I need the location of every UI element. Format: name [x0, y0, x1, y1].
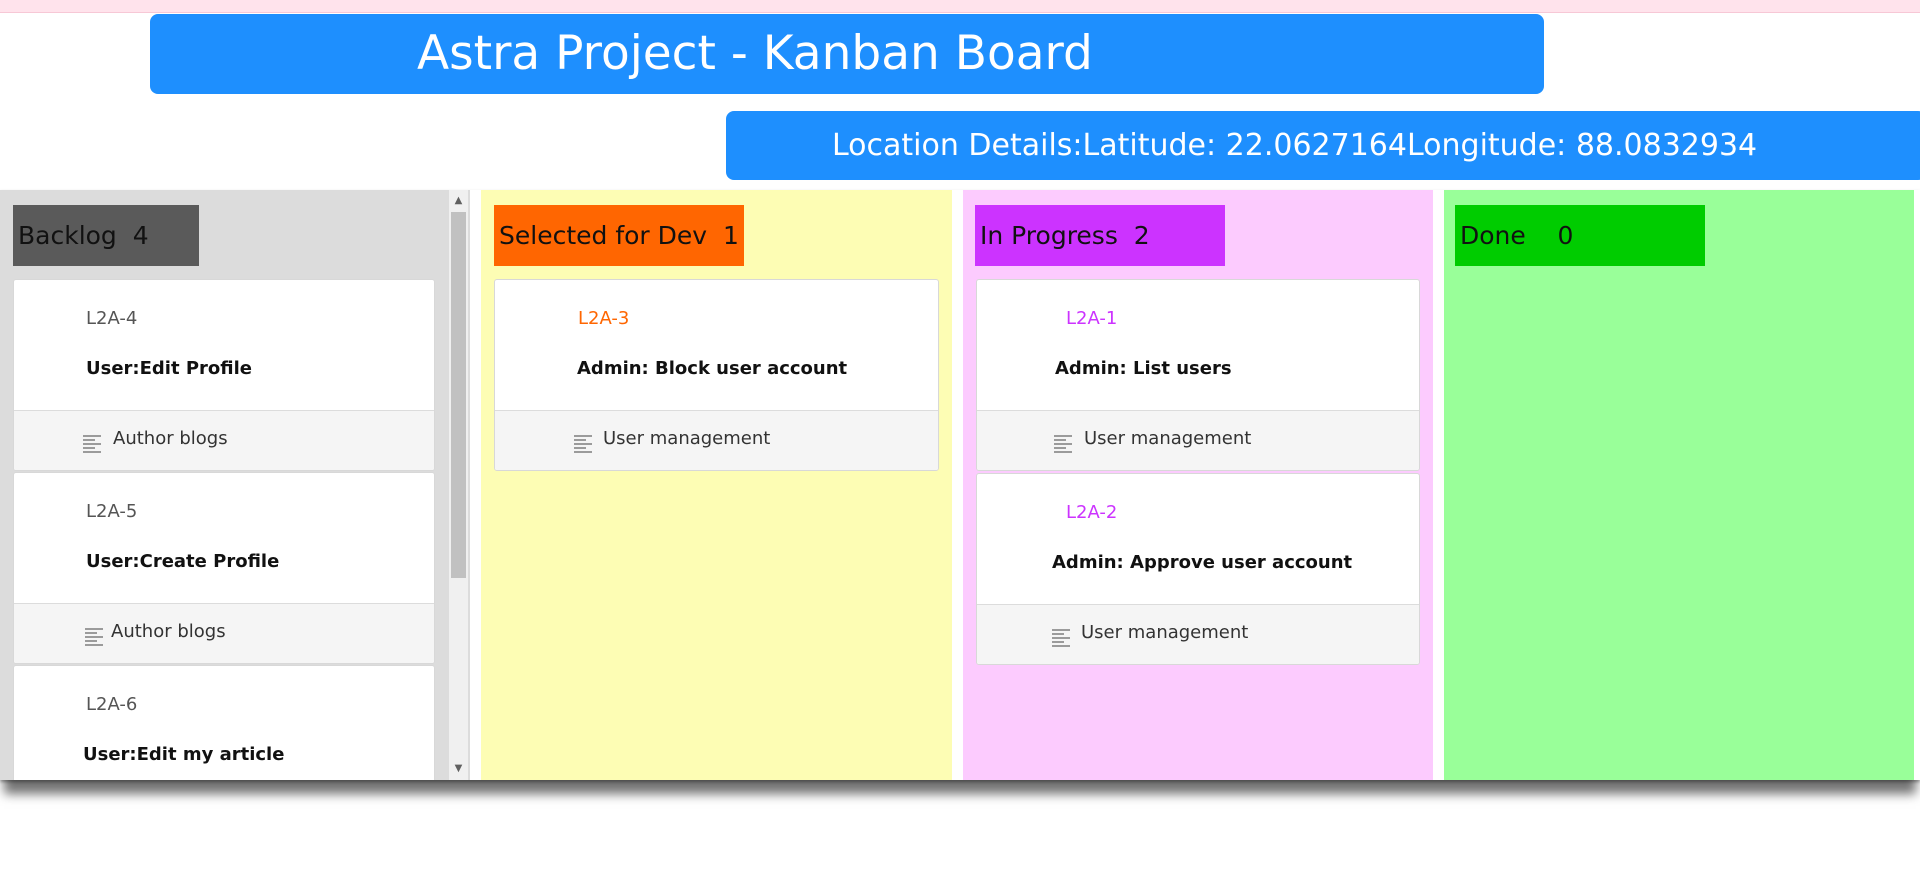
- epic-label: User management: [603, 428, 771, 449]
- column-header-backlog: Backlog 4: [13, 205, 199, 266]
- issue-summary: Admin: List users: [1055, 358, 1232, 379]
- issue-key[interactable]: L2A-6: [86, 694, 137, 715]
- card-footer: User management: [977, 604, 1419, 664]
- issue-card[interactable]: L2A-4 User:Edit Profile Author blogs: [13, 279, 435, 471]
- epic-label: Author blogs: [113, 428, 228, 449]
- card-footer: User management: [977, 410, 1419, 470]
- issue-card[interactable]: L2A-1 Admin: List users User management: [976, 279, 1420, 471]
- column-done: Done 0: [1444, 190, 1914, 780]
- column-header-in-progress: In Progress 2: [975, 205, 1225, 266]
- column-in-progress: In Progress 2 L2A-1 Admin: List users Us…: [963, 190, 1433, 780]
- column-header-done: Done 0: [1455, 205, 1705, 266]
- issue-card[interactable]: L2A-3 Admin: Block user account User man…: [494, 279, 939, 471]
- issue-key[interactable]: L2A-3: [578, 308, 629, 329]
- column-backlog: Backlog 4 L2A-4 User:Edit Profile Author…: [0, 190, 470, 780]
- epic-lines-icon: [574, 435, 592, 453]
- epic-label: Author blogs: [111, 621, 226, 642]
- issue-summary: User:Edit my article: [83, 744, 285, 765]
- issue-key[interactable]: L2A-4: [86, 308, 137, 329]
- epic-lines-icon: [1052, 629, 1070, 647]
- card-footer: Author blogs: [14, 603, 434, 663]
- issue-key[interactable]: L2A-2: [1066, 502, 1117, 523]
- top-strip: [0, 0, 1920, 13]
- issue-summary: User:Edit Profile: [86, 358, 252, 379]
- card-footer: Author blogs: [14, 410, 434, 470]
- issue-summary: Admin: Approve user account: [1052, 552, 1353, 573]
- epic-lines-icon: [85, 628, 103, 646]
- backlog-scrollbar[interactable]: ▲ ▼: [449, 190, 468, 780]
- scrollbar-thumb[interactable]: [451, 212, 466, 578]
- issue-summary: Admin: Block user account: [577, 358, 848, 379]
- issue-card[interactable]: L2A-5 User:Create Profile Author blogs: [13, 472, 435, 664]
- title-bar: Astra Project - Kanban Board: [150, 14, 1544, 94]
- scroll-down-arrow-icon[interactable]: ▼: [449, 760, 468, 778]
- epic-lines-icon: [1054, 435, 1072, 453]
- location-bar: Location Details:Latitude: 22.0627164Lon…: [726, 111, 1920, 180]
- issue-key[interactable]: L2A-1: [1066, 308, 1117, 329]
- issue-key[interactable]: L2A-5: [86, 501, 137, 522]
- issue-card[interactable]: L2A-6 User:Edit my article: [13, 665, 435, 780]
- column-header-selected-for-dev: Selected for Dev 1: [494, 205, 744, 266]
- kanban-board: Backlog 4 L2A-4 User:Edit Profile Author…: [0, 190, 1920, 780]
- issue-card[interactable]: L2A-2 Admin: Approve user account User m…: [976, 473, 1420, 665]
- card-footer: User management: [495, 410, 938, 470]
- epic-label: User management: [1081, 622, 1249, 643]
- epic-label: User management: [1084, 428, 1252, 449]
- column-selected-for-dev: Selected for Dev 1 L2A-3 Admin: Block us…: [481, 190, 952, 780]
- issue-summary: User:Create Profile: [86, 551, 280, 572]
- location-details: Location Details:Latitude: 22.0627164Lon…: [832, 128, 1758, 163]
- epic-lines-icon: [83, 435, 101, 453]
- scroll-up-arrow-icon[interactable]: ▲: [449, 192, 468, 210]
- page-title: Astra Project - Kanban Board: [417, 26, 1093, 81]
